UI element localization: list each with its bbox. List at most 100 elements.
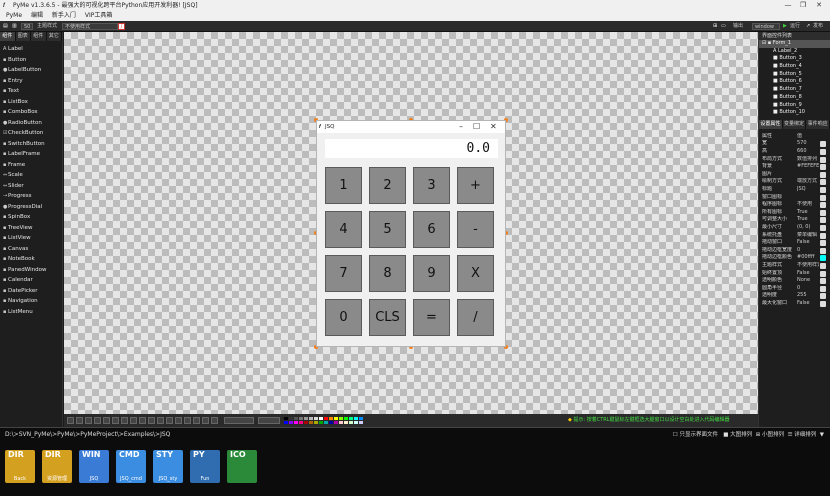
- prop-value[interactable]: True: [797, 209, 819, 217]
- color-swatch[interactable]: [294, 417, 298, 420]
- draw-tool-button[interactable]: [157, 417, 164, 424]
- palette-item[interactable]: ▪ Button: [0, 55, 62, 66]
- tree-item[interactable]: ■ Button_5: [759, 71, 830, 79]
- form-maximize-icon[interactable]: ☐: [473, 121, 480, 132]
- color-swatch[interactable]: [284, 421, 288, 424]
- color-swatch[interactable]: [339, 417, 343, 420]
- tree-item[interactable]: ■ Button_8: [759, 94, 830, 102]
- close-button[interactable]: ✕: [812, 0, 826, 11]
- calc-key[interactable]: +: [457, 167, 494, 204]
- calc-key[interactable]: 2: [369, 167, 406, 204]
- palette-item[interactable]: ▪ Navigation: [0, 296, 62, 307]
- draw-tool-button[interactable]: [148, 417, 155, 424]
- palette-tab-widgets[interactable]: 组件: [31, 32, 47, 41]
- palette-item[interactable]: ▪ Canvas: [0, 244, 62, 255]
- maximize-button[interactable]: ❐: [796, 0, 810, 11]
- prop-value[interactable]: (0, 0): [797, 224, 819, 232]
- minimize-button[interactable]: —: [781, 0, 795, 11]
- menu-vip-tools[interactable]: VIP工具箱: [85, 12, 113, 19]
- tree-item[interactable]: ■ Button_3: [759, 55, 830, 63]
- palette-tab-charts[interactable]: 图表: [15, 32, 31, 41]
- prop-edit-button[interactable]: [820, 209, 826, 216]
- prop-edit-button[interactable]: [820, 300, 826, 307]
- prop-value[interactable]: False: [797, 300, 819, 308]
- prop-edit-button[interactable]: [820, 156, 826, 163]
- palette-item[interactable]: ▪ TreeView: [0, 223, 62, 234]
- prop-value[interactable]: 660: [797, 148, 819, 156]
- palette-item[interactable]: ⇔Scale: [0, 170, 62, 181]
- large-icons-icon[interactable]: ■: [723, 432, 728, 438]
- palette-item[interactable]: ▪ Entry: [0, 76, 62, 87]
- color-swatch[interactable]: [329, 421, 333, 424]
- tree-item[interactable]: ■ Button_7: [759, 86, 830, 94]
- palette-item[interactable]: ▪ Text: [0, 86, 62, 97]
- prop-edit-button[interactable]: [820, 285, 826, 292]
- tab-events[interactable]: 事件响应: [806, 119, 830, 129]
- color-swatch[interactable]: [299, 421, 303, 424]
- palette-item[interactable]: ▪ SwitchButton: [0, 139, 62, 150]
- tree-root-form[interactable]: ⊟ ▪ Form_1: [759, 40, 830, 48]
- draw-tool-button[interactable]: [202, 417, 209, 424]
- color-swatch[interactable]: [344, 421, 348, 424]
- palette-tab-other[interactable]: 其它: [46, 32, 62, 41]
- tree-item[interactable]: ■ Button_10: [759, 109, 830, 117]
- color-swatch[interactable]: [304, 417, 308, 420]
- details-icon[interactable]: ☰: [788, 432, 793, 438]
- large-icons-option[interactable]: 大图排列: [730, 432, 752, 438]
- color-swatch[interactable]: [329, 417, 333, 420]
- calc-key[interactable]: 5: [369, 211, 406, 248]
- prop-edit-button[interactable]: [820, 240, 826, 247]
- prop-edit-button[interactable]: [820, 278, 826, 285]
- collapse-icon[interactable]: ▼: [820, 432, 824, 438]
- palette-item[interactable]: ▪ PanedWindow: [0, 265, 62, 276]
- form-close-icon[interactable]: ✕: [490, 121, 497, 132]
- prop-value[interactable]: True: [797, 216, 819, 224]
- draw-tool-button[interactable]: [94, 417, 101, 424]
- color-swatch[interactable]: [349, 417, 353, 420]
- draw-tool-button[interactable]: [76, 417, 83, 424]
- menu-pyme[interactable]: PyMe: [6, 12, 22, 19]
- calc-key[interactable]: 3: [413, 167, 450, 204]
- calc-key[interactable]: 4: [325, 211, 362, 248]
- run-button[interactable]: 运行: [790, 23, 800, 30]
- draw-tool-button[interactable]: [193, 417, 200, 424]
- palette-item[interactable]: A Label: [0, 44, 62, 55]
- prop-edit-button[interactable]: [820, 179, 826, 186]
- platform-select[interactable]: window: [752, 23, 780, 30]
- code-icon[interactable]: ⊞: [713, 23, 717, 30]
- palette-item[interactable]: ▪ NoteBook: [0, 254, 62, 265]
- palette-tab-components[interactable]: 组件: [0, 32, 16, 41]
- tree-toggle-icon[interactable]: ⊟: [762, 40, 766, 46]
- color-swatch[interactable]: [354, 421, 358, 424]
- small-icons-option[interactable]: 小图排列: [762, 432, 784, 438]
- color-swatch[interactable]: [344, 417, 348, 420]
- palette-item[interactable]: ●LabelButton: [0, 65, 62, 76]
- calculator-display[interactable]: 0.0: [325, 139, 498, 158]
- tree-item[interactable]: A Label_2: [759, 48, 830, 56]
- palette-item[interactable]: →Progress: [0, 191, 62, 202]
- calc-key[interactable]: 0: [325, 299, 362, 336]
- publish-button[interactable]: 发布: [813, 23, 823, 30]
- menu-beginner[interactable]: 新手入门: [52, 12, 76, 19]
- draw-tool-button[interactable]: [166, 417, 173, 424]
- color-swatch[interactable]: [284, 417, 288, 420]
- color-swatch[interactable]: [319, 421, 323, 424]
- prop-value[interactable]: False: [797, 239, 819, 247]
- color-swatch[interactable]: [334, 417, 338, 420]
- new-file-icon[interactable]: ▤: [3, 23, 8, 30]
- prop-edit-button[interactable]: [820, 217, 826, 224]
- palette-item[interactable]: ●RadioButton: [0, 118, 62, 129]
- prop-value[interactable]: 不使用样式: [797, 262, 819, 270]
- palette-item[interactable]: ▪ DatePicker: [0, 286, 62, 297]
- prop-edit-button[interactable]: [820, 202, 826, 209]
- palette-item[interactable]: ●ProgressDial: [0, 202, 62, 213]
- line-width-select[interactable]: [224, 417, 254, 424]
- prop-value[interactable]: 菜单编辑: [797, 232, 819, 240]
- style-select[interactable]: 不使用样式: [62, 23, 118, 30]
- file-item[interactable]: DIR Back: [5, 450, 35, 483]
- prop-value[interactable]: 0: [797, 285, 819, 293]
- file-item[interactable]: DIR 资源管理: [42, 450, 72, 483]
- prop-edit-button[interactable]: [820, 293, 826, 300]
- file-item[interactable]: STY JSQ_sty: [153, 450, 183, 483]
- calc-key[interactable]: 9: [413, 255, 450, 292]
